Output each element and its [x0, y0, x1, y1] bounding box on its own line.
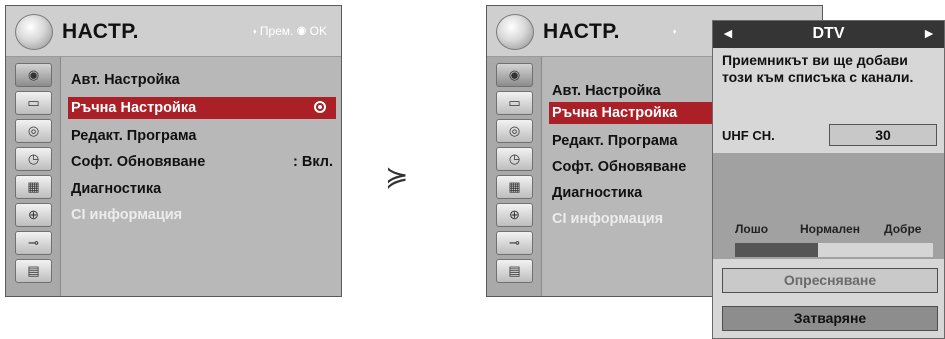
uhf-channel-label: UHF CH. — [722, 128, 775, 143]
menu-item-diagnostics[interactable]: Диагностика — [71, 181, 161, 197]
menu-item-software-update[interactable]: Софт. Обновяване : Вкл. — [71, 154, 333, 170]
info-message-line2: този към списъка с канали. — [722, 69, 914, 85]
lock-icon[interactable]: ⊕ — [15, 203, 52, 227]
signal-good-label: Добре — [884, 222, 922, 236]
satellite-dish-icon[interactable]: ◉ — [496, 63, 533, 87]
menu-item-edit-programme[interactable]: Редакт. Програма — [552, 133, 677, 149]
plug-icon[interactable]: ⊸ — [496, 231, 533, 255]
satellite-dish-icon[interactable]: ◉ — [15, 63, 52, 87]
info-message: Приемникът ви ще добави този към списъка… — [722, 52, 913, 86]
menu-item-edit-programme[interactable]: Редакт. Програма — [71, 128, 196, 144]
info-message-line1: Приемникът ви ще добави — [722, 52, 908, 68]
signal-normal-label: Нормален — [800, 222, 860, 236]
navigation-hint: ⬪ Прем. ◉ OK — [253, 24, 327, 38]
right-arrow-icon[interactable]: ► — [922, 25, 936, 41]
menu-title: НАСТР. — [543, 20, 620, 43]
navigation-hint: ⬪ — [673, 24, 677, 38]
menu-title: НАСТР. — [62, 20, 139, 43]
menu-item-ci-info[interactable]: CI информация — [71, 207, 182, 223]
lock-icon[interactable]: ⊕ — [496, 203, 533, 227]
grid-icon[interactable]: ▦ — [15, 175, 52, 199]
uhf-channel-input[interactable]: 30 — [829, 124, 937, 146]
tv-screen-icon[interactable]: ▭ — [496, 91, 533, 115]
menu-header: НАСТР. ⬪ Прем. ◉ OK — [6, 6, 341, 57]
disc-icon[interactable]: ◎ — [15, 119, 52, 143]
category-sidebar: ◉ ▭ ◎ ◷ ▦ ⊕ ⊸ ▤ — [487, 57, 542, 296]
menu-item-auto-tuning[interactable]: Авт. Настройка — [71, 72, 180, 88]
signal-panel: Лошо Нормален Добре — [713, 153, 944, 259]
settings-menu-left: НАСТР. ⬪ Прем. ◉ OK ◉ ▭ ◎ ◷ ▦ ⊕ ⊸ ▤ Авт.… — [5, 5, 342, 297]
menu-item-manual-tuning[interactable]: Ръчна Настройка — [68, 97, 336, 119]
clock-icon[interactable]: ◷ — [15, 147, 52, 171]
radio-selected-icon — [314, 101, 326, 113]
tv-screen-icon[interactable]: ▭ — [15, 91, 52, 115]
menu-item-label: Ръчна Настройка — [71, 100, 197, 116]
close-button[interactable]: Затваряне — [722, 306, 938, 331]
plug-icon[interactable]: ⊸ — [15, 231, 52, 255]
signal-strength-fill — [735, 243, 819, 257]
menu-item-diagnostics[interactable]: Диагностика — [552, 185, 642, 201]
film-icon[interactable]: ▤ — [496, 259, 533, 283]
signal-bad-label: Лошо — [735, 222, 769, 236]
film-icon[interactable]: ▤ — [15, 259, 52, 283]
software-update-value: : Вкл. — [292, 154, 333, 170]
menu-item-label: Софт. Обновяване — [71, 154, 206, 170]
menu-items: Авт. Настройка Ръчна Настройка Редакт. П… — [61, 57, 341, 296]
refresh-button[interactable]: Опресняване — [722, 268, 938, 293]
manual-tuning-popup: ◄ DTV ► Приемникът ви ще добави този към… — [712, 20, 945, 339]
category-sidebar: ◉ ▭ ◎ ◷ ▦ ⊕ ⊸ ▤ — [6, 57, 61, 296]
disc-icon[interactable]: ◎ — [496, 119, 533, 143]
menu-item-auto-tuning[interactable]: Авт. Настройка — [552, 83, 661, 99]
clock-icon[interactable]: ◷ — [496, 147, 533, 171]
menu-item-manual-tuning[interactable]: Ръчна Настройка — [549, 102, 712, 124]
mode-selector-bar[interactable]: ◄ DTV ► — [713, 21, 944, 48]
mode-label: DTV — [812, 25, 845, 42]
menu-item-ci-info[interactable]: CI информация — [552, 211, 663, 227]
signal-strength-bar — [735, 243, 933, 257]
menu-item-software-update[interactable]: Софт. Обновяване — [552, 159, 686, 175]
transition-arrow: ≽ — [385, 161, 409, 192]
satellite-logo-icon — [15, 14, 53, 50]
satellite-logo-icon — [496, 14, 534, 50]
grid-icon[interactable]: ▦ — [496, 175, 533, 199]
